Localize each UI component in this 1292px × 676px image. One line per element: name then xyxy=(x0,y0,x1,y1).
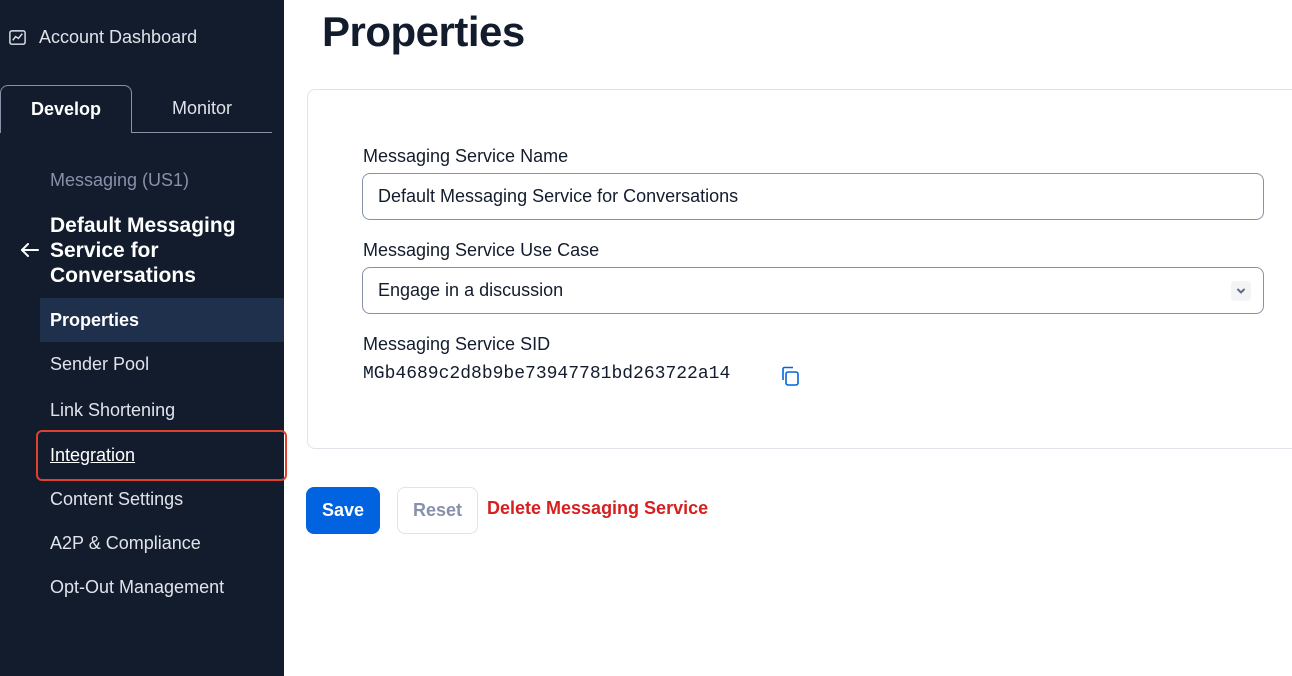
sidebar-item-integration[interactable]: Integration xyxy=(40,433,284,477)
sidebar-item-a2p-compliance[interactable]: A2P & Compliance xyxy=(40,521,284,565)
service-name-label: Messaging Service Name xyxy=(363,146,569,166)
tab-monitor[interactable]: Monitor xyxy=(132,85,272,133)
use-case-selected-value: Engage in a discussion xyxy=(378,280,564,300)
sidebar-item-content-settings[interactable]: Content Settings xyxy=(40,477,284,521)
back-arrow-icon[interactable] xyxy=(18,238,42,262)
sidebar-item-label: Integration xyxy=(50,444,136,465)
tab-develop[interactable]: Develop xyxy=(0,85,132,133)
use-case-label: Messaging Service Use Case xyxy=(363,240,600,260)
sidebar-item-label: Opt-Out Management xyxy=(50,576,225,597)
sidebar-item-properties[interactable]: Properties xyxy=(40,298,284,342)
sid-label: Messaging Service SID xyxy=(363,334,551,354)
account-dashboard-label: Account Dashboard xyxy=(39,26,198,47)
service-title: Default Messaging Service for Conversati… xyxy=(50,214,236,287)
use-case-select[interactable]: Engage in a discussion xyxy=(362,267,1264,314)
dashboard-chart-icon xyxy=(9,29,26,45)
copy-icon[interactable] xyxy=(779,365,801,387)
breadcrumb-messaging[interactable]: Messaging (US1) xyxy=(50,170,189,191)
sidebar-item-label: Content Settings xyxy=(50,488,184,509)
sidebar-item-label: Sender Pool xyxy=(50,353,150,374)
sidebar-tabs: Develop Monitor xyxy=(0,85,272,133)
sidebar-item-label: Properties xyxy=(50,309,140,330)
save-button[interactable]: Save xyxy=(306,487,380,534)
sidebar-item-label: Link Shortening xyxy=(50,399,176,420)
service-name-input[interactable] xyxy=(362,173,1264,220)
reset-button[interactable]: Reset xyxy=(397,487,478,534)
account-dashboard-link[interactable]: Account Dashboard xyxy=(8,24,197,50)
sidebar: Account Dashboard Develop Monitor Messag… xyxy=(0,0,287,676)
sidebar-item-sender-pool[interactable]: Sender Pool xyxy=(40,342,284,386)
sid-value: MGb4689c2d8b9be73947781bd263722a14 xyxy=(363,364,731,384)
chevron-down-icon xyxy=(1231,281,1251,301)
page-title: Properties xyxy=(322,8,525,55)
delete-service-button[interactable]: Delete Messaging Service xyxy=(487,498,708,519)
sidebar-item-label: A2P & Compliance xyxy=(50,532,201,553)
sidebar-item-opt-out-management[interactable]: Opt-Out Management xyxy=(40,565,284,609)
sidebar-item-link-shortening[interactable]: Link Shortening xyxy=(40,388,284,432)
